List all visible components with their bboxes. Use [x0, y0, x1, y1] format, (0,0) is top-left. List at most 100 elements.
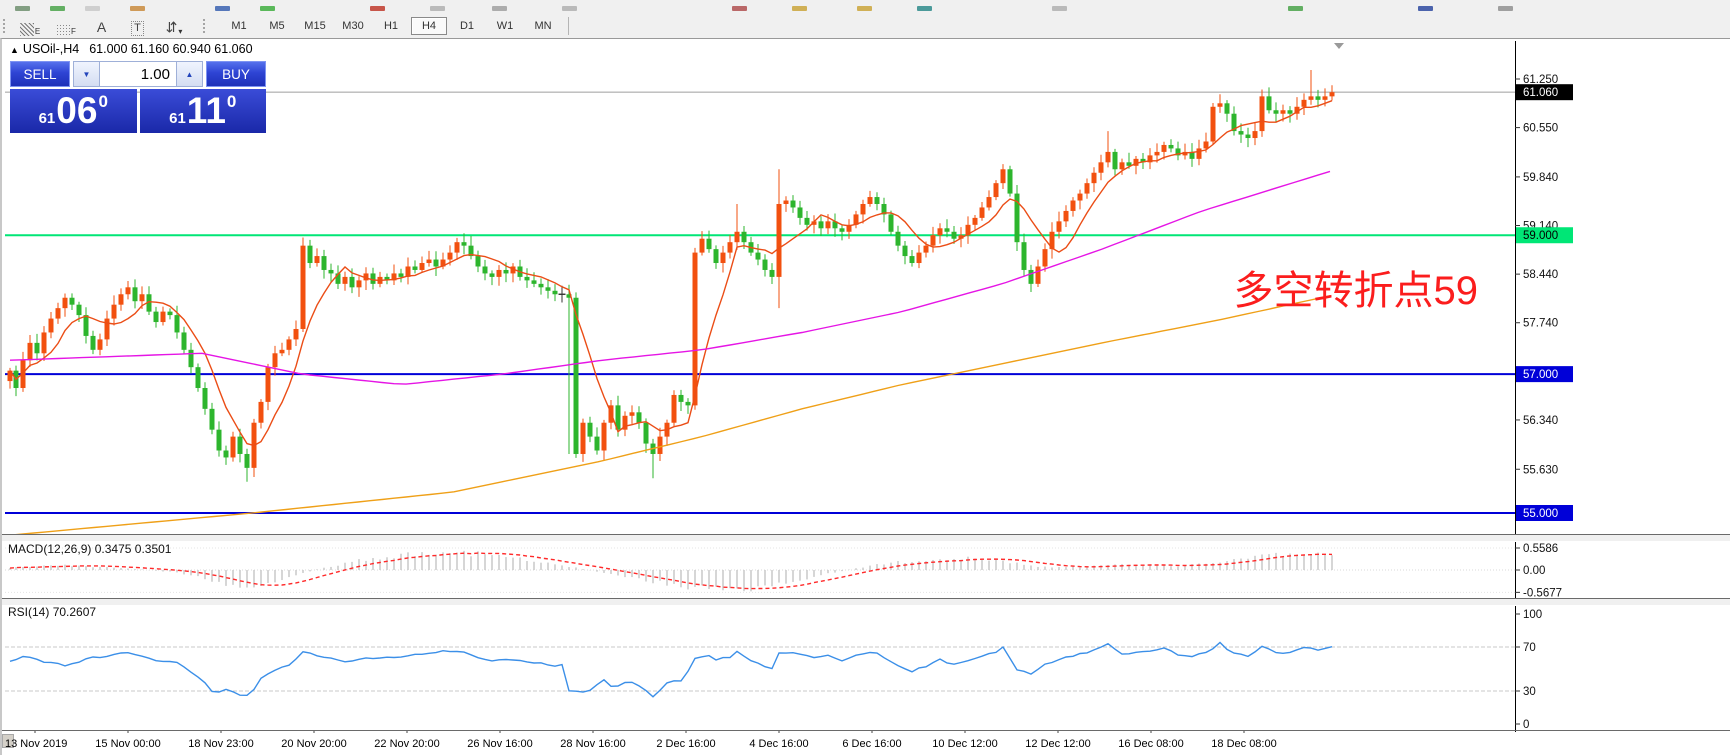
text-annotation[interactable]: 多空转折点59 — [1234, 258, 1479, 316]
price-axis[interactable]: 61.25060.55059.84059.14058.44057.74056.3… — [1515, 74, 1573, 731]
text-a-icon[interactable]: A — [89, 16, 115, 36]
chart-title: ▲ USOil-,H4 61.000 61.160 60.940 61.060 — [10, 42, 253, 56]
timeframe-button-W1[interactable]: W1 — [487, 17, 523, 35]
macd-axis-label: -0.5677 — [1523, 587, 1562, 599]
buy-price-base: 61 — [169, 110, 186, 127]
sell-price-base: 61 — [38, 110, 56, 127]
timeframe-button-MN[interactable]: MN — [525, 17, 561, 35]
sell-button[interactable]: SELL — [10, 61, 70, 87]
mid-ma-line[interactable] — [9, 170, 1331, 385]
timeframe-button-M30[interactable]: M30 — [335, 17, 371, 35]
sell-price-pipette: 0 — [98, 92, 108, 111]
time-axis-label: 28 Nov 16:00 — [560, 738, 626, 750]
time-axis-label: 6 Dec 16:00 — [842, 738, 902, 750]
time-axis-label: 18 Nov 23:00 — [188, 738, 254, 750]
toolbar-icon-fragment — [562, 6, 577, 11]
volume-input[interactable] — [100, 61, 176, 87]
chart-canvas[interactable]: 61.25060.55059.84059.14058.44057.74056.3… — [2, 39, 1730, 733]
volume-increase-button[interactable]: ▲ — [176, 61, 203, 87]
price-tick-label: 59.840 — [1523, 172, 1558, 184]
ohlc-values: 61.000 61.160 60.940 61.060 — [89, 42, 253, 56]
price-tick-label: 60.550 — [1523, 123, 1558, 135]
rsi-label: RSI(14) — [8, 605, 50, 619]
toolbar-icon-fragment — [1418, 6, 1433, 11]
buy-price-pips: 11 — [186, 90, 226, 131]
toolbar-icon-fragment — [260, 6, 275, 11]
price-badge-label: 57.000 — [1523, 369, 1558, 381]
time-axis-label: 15 Nov 00:00 — [95, 738, 161, 750]
macd-value-main: 0.3475 — [94, 542, 132, 556]
timeframe-button-M1[interactable]: M1 — [221, 17, 257, 35]
toolbar-icon-fragment — [792, 6, 807, 11]
chart-window: ▲ USOil-,H4 61.000 61.160 60.940 61.060 SE… — [0, 38, 1730, 755]
price-badge-label: 61.060 — [1523, 87, 1558, 99]
toolbar-icon-fragment — [1288, 6, 1303, 11]
time-axis-label: 2 Dec 16:00 — [656, 738, 716, 750]
macd-value-signal: 0.3501 — [134, 542, 172, 556]
timeframe-button-H1[interactable]: H1 — [373, 17, 409, 35]
toolbar-icon-fragment — [130, 6, 145, 11]
rsi-axis-label: 100 — [1523, 609, 1542, 621]
sell-price-display[interactable]: 61 06 0 — [10, 89, 137, 133]
timeframe-button-D1[interactable]: D1 — [449, 17, 485, 35]
rsi-indicator-header: RSI(14) 70.2607 — [8, 605, 96, 619]
time-axis-label: 12 Dec 12:00 — [1025, 738, 1091, 750]
buy-price-pipette: 0 — [226, 92, 237, 111]
indicator-hatch-e-icon[interactable]: E — [17, 16, 43, 36]
toolbar-icon-fragment — [215, 6, 230, 11]
rsi-axis-label: 70 — [1523, 642, 1536, 654]
toolbar-icon-fragment — [50, 6, 65, 11]
textbox-t-icon[interactable]: T — [125, 16, 151, 36]
price-tick-label: 56.340 — [1523, 415, 1558, 427]
toolbar-icon-fragment — [15, 6, 30, 11]
price-badge-label: 55.000 — [1523, 508, 1558, 520]
sell-price-pips: 06 — [56, 90, 98, 131]
timeframe-toolbar-drag-handle[interactable] — [202, 17, 206, 34]
price-tick-label: 57.740 — [1523, 318, 1558, 330]
grid-f-icon[interactable]: F — [53, 16, 79, 36]
rsi-value: 70.2607 — [52, 605, 97, 619]
macd-signal-line — [9, 552, 1333, 590]
time-axis-label: 22 Nov 20:00 — [374, 738, 440, 750]
price-shift-marker-icon[interactable] — [1334, 43, 1344, 49]
toolbar-icon-fragment — [857, 6, 872, 11]
macd-plot[interactable] — [5, 547, 1515, 593]
rsi-line — [9, 641, 1333, 698]
toolbar-separator — [568, 16, 569, 35]
slow-ma-line[interactable] — [10, 295, 1331, 535]
symbol-marker-icon: ▲ — [10, 45, 19, 55]
drawing-tools-group: E F A T ⇵ ▾ — [12, 16, 192, 36]
toolbar-top-clipped — [0, 0, 1730, 14]
price-badge-label: 59.000 — [1523, 230, 1558, 242]
timeframe-button-M15[interactable]: M15 — [297, 17, 333, 35]
arrange-arrows-icon[interactable]: ⇵ ▾ — [161, 16, 187, 36]
time-axis-label: 16 Dec 08:00 — [1118, 738, 1184, 750]
toolbar-drawing-timeframes: E F A T ⇵ ▾ M1 M5 M15 M30 H1 H4 D1 W1 MN — [0, 13, 1730, 38]
rsi-plot[interactable] — [5, 641, 1515, 698]
toolbar-icon-fragment — [732, 6, 747, 11]
buy-price-display[interactable]: 61 11 0 — [139, 89, 266, 133]
fast-ma-line[interactable] — [9, 100, 1333, 447]
time-axis-label: 10 Dec 12:00 — [932, 738, 998, 750]
toolbar-drag-handle[interactable] — [2, 17, 6, 34]
one-click-trading-panel: SELL ▼ ▲ BUY 61 06 0 61 11 0 — [10, 61, 266, 133]
time-axis-label: 4 Dec 16:00 — [749, 738, 809, 750]
timeframe-buttons-group: M1 M5 M15 M30 H1 H4 D1 W1 MN — [220, 16, 562, 35]
volume-decrease-button[interactable]: ▼ — [73, 61, 100, 87]
time-axis-label: 20 Nov 20:00 — [281, 738, 347, 750]
macd-label: MACD(12,26,9) — [8, 542, 92, 556]
toolbar-icon-fragment — [917, 6, 932, 11]
toolbar-icon-fragment — [430, 6, 445, 11]
time-axis-label: 13 Nov 2019 — [5, 738, 68, 750]
buy-button[interactable]: BUY — [206, 61, 266, 87]
rsi-axis-label: 0 — [1523, 719, 1529, 731]
time-axis-label: 26 Nov 16:00 — [467, 738, 533, 750]
timeframe-button-H4[interactable]: H4 — [411, 16, 447, 35]
macd-indicator-header: MACD(12,26,9) 0.3475 0.3501 — [8, 542, 171, 556]
rsi-axis-label: 30 — [1523, 686, 1536, 698]
time-axis[interactable]: 13 Nov 2019 15 Nov 00:00 18 Nov 23:00 20 No… — [2, 733, 1730, 755]
macd-axis-label: 0.00 — [1523, 565, 1545, 577]
macd-axis-label: 0.5586 — [1523, 543, 1558, 555]
timeframe-button-M5[interactable]: M5 — [259, 17, 295, 35]
price-tick-label: 55.630 — [1523, 464, 1558, 476]
